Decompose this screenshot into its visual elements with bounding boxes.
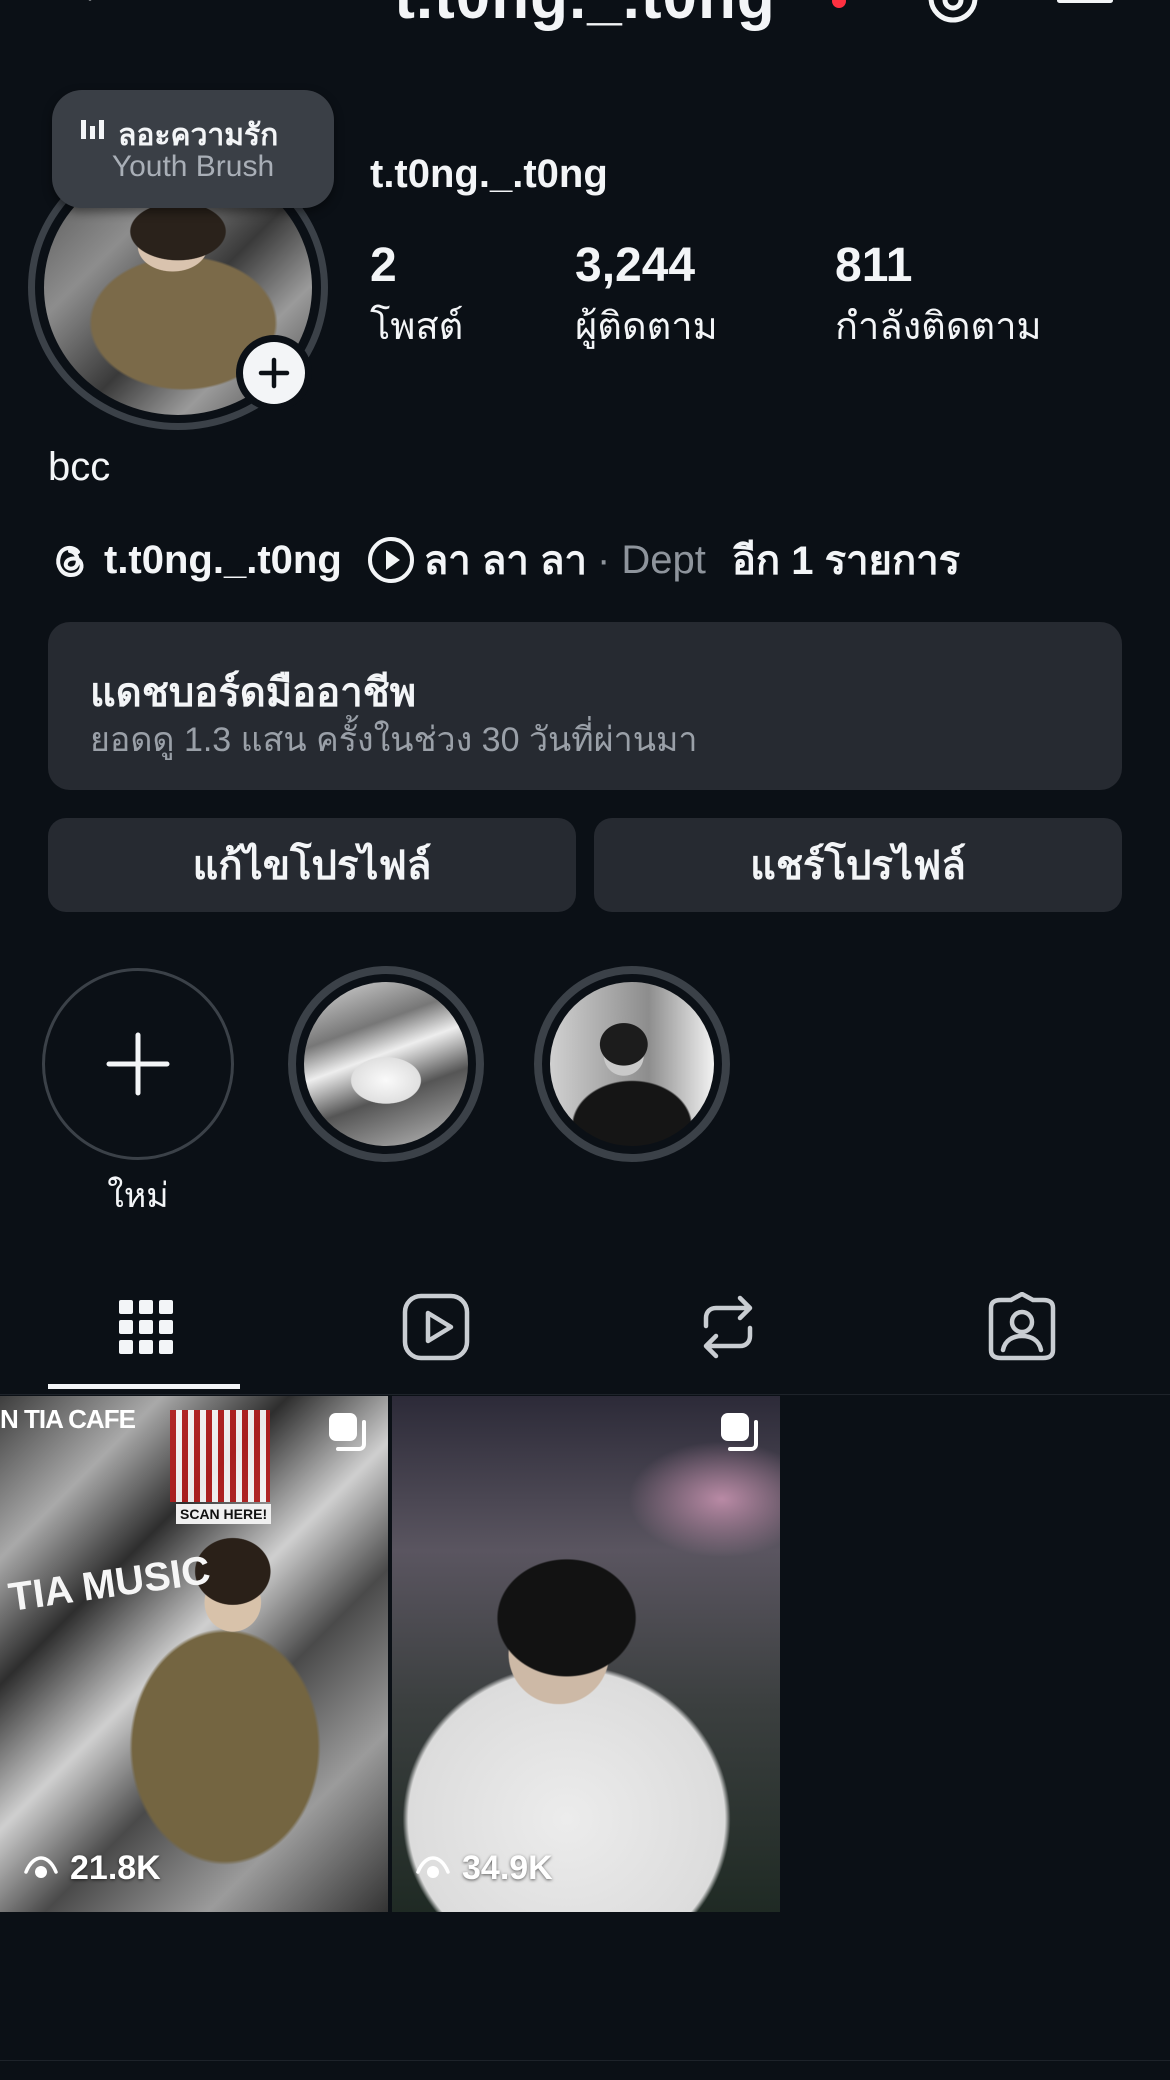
views-count: 34.9K: [462, 1849, 553, 1887]
followers-label[interactable]: ผู้ติดตาม: [575, 295, 718, 356]
profile-links-row: t.t0ng._.t0ng ลา ลา ลา · Dept อีก 1 รายก…: [48, 532, 960, 588]
qr-caption: SCAN HERE!: [176, 1504, 272, 1524]
posts-count: 2: [370, 239, 397, 292]
highlight-cover: [550, 982, 714, 1146]
plus-icon: [258, 357, 290, 389]
qr-code-image: [170, 1410, 270, 1502]
menu-icon[interactable]: [1055, 0, 1115, 20]
highlight-item[interactable]: [534, 966, 730, 1162]
more-links[interactable]: อีก 1 รายการ: [732, 528, 960, 592]
post-overlay-text: N TIA CAFE: [0, 1404, 136, 1434]
edit-profile-button[interactable]: แก้ไขโปรไฟล์: [48, 818, 576, 912]
share-profile-button[interactable]: แชร์โปรไฟล์: [594, 818, 1122, 912]
music-title[interactable]: ลา ลา ลา: [424, 528, 587, 592]
carousel-icon: [329, 1413, 366, 1451]
note-artist: Youth Brush: [111, 150, 275, 183]
poster-text: TIA MUSIC: [5, 1548, 214, 1620]
add-story-button[interactable]: [236, 335, 312, 411]
plus-icon: [106, 1032, 170, 1096]
threads-link[interactable]: t.t0ng._.t0ng: [104, 538, 342, 583]
grid-icon: [119, 1300, 173, 1354]
threads-icon[interactable]: [925, 0, 981, 26]
tab-tagged[interactable]: [982, 1290, 1062, 1364]
post-thumbnail[interactable]: 34.9K: [392, 1396, 780, 1912]
post-views: 34.9K: [414, 1849, 553, 1888]
views-count: 21.8K: [70, 1849, 161, 1887]
divider: [0, 1394, 1170, 1395]
threads-icon: [56, 545, 84, 578]
tab-grid[interactable]: [106, 1290, 186, 1364]
equalizer-icon: [81, 120, 104, 139]
bottom-nav-divider: [0, 2060, 1170, 2061]
profile-bio: bcc: [48, 445, 111, 489]
profile-username: t.t0ng._.t0ng: [370, 152, 608, 196]
post-views: 21.8K: [22, 1849, 161, 1888]
views-icon: [416, 1855, 450, 1878]
reposts-icon: [703, 1295, 753, 1359]
play-circle-icon: [367, 537, 414, 583]
highlight-item[interactable]: [288, 966, 484, 1162]
following-label[interactable]: กำลังติดตาม: [835, 295, 1042, 356]
followers-count[interactable]: 3,244: [575, 238, 695, 293]
new-highlight-button[interactable]: [42, 968, 234, 1160]
dashboard-subtitle: ยอดดู 1.3 แสน ครั้งในช่วง 30 วันที่ผ่านม…: [90, 721, 698, 759]
tab-reposts[interactable]: [688, 1290, 768, 1364]
following-count[interactable]: 811: [835, 238, 912, 293]
tab-reels[interactable]: [396, 1290, 476, 1364]
new-highlight-label: ใหม่: [107, 1177, 169, 1215]
active-tab-indicator: [48, 1384, 240, 1389]
highlight-cover: [304, 982, 468, 1146]
carousel-icon: [721, 1413, 758, 1451]
music-artist: · Dept: [596, 537, 706, 582]
post-thumbnail[interactable]: N TIA CAFE SCAN HERE! TIA MUSIC 21.8K: [0, 1396, 388, 1912]
header-title: t.t0ng._.t0ng: [0, 0, 1170, 33]
tagged-icon: [988, 1292, 1056, 1361]
reels-icon: [402, 1293, 470, 1361]
views-icon: [24, 1855, 58, 1878]
posts-label: โพสต์: [370, 306, 464, 348]
